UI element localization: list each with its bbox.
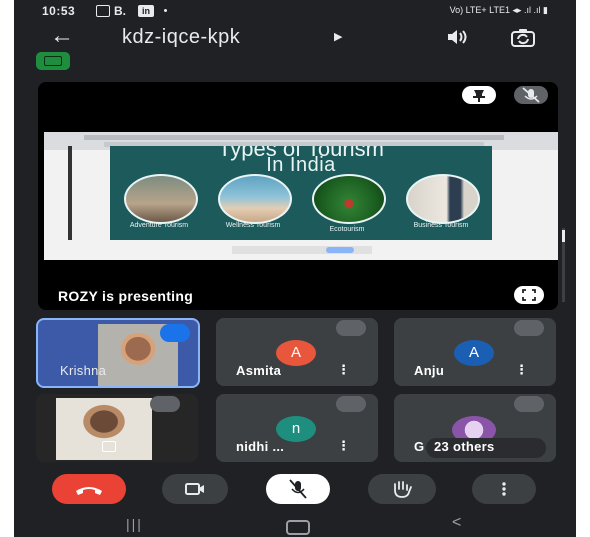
cast-icon bbox=[44, 56, 62, 66]
more-options-icon[interactable]: ⋮ bbox=[515, 362, 528, 378]
slide-sidebar bbox=[68, 146, 72, 240]
participant-tile-others[interactable]: G 23 others bbox=[394, 394, 556, 462]
participant-name: Asmita bbox=[236, 363, 282, 378]
mic-toggle-button[interactable] bbox=[266, 474, 330, 504]
raise-hand-button[interactable] bbox=[368, 474, 436, 504]
business-image bbox=[406, 174, 480, 224]
mic-off-icon bbox=[150, 396, 180, 412]
more-options-button[interactable] bbox=[472, 474, 536, 504]
slide-pager bbox=[232, 246, 372, 254]
gallery-notification-icon bbox=[96, 5, 110, 17]
participant-tile-self[interactable] bbox=[36, 394, 198, 462]
recent-apps-icon[interactable]: ||| bbox=[126, 516, 143, 532]
presentation-tile[interactable]: Types of Tourism In India Adventure Tour… bbox=[38, 82, 558, 310]
phone-screen: 10:53 B. in Vo) LTE+ LTE1 ◂▸ .ıl .ıl ▮ ←… bbox=[14, 0, 576, 537]
caption-adventure: Adventure Tourism bbox=[129, 222, 189, 229]
camera-toggle-button[interactable] bbox=[162, 474, 228, 504]
end-call-icon bbox=[76, 487, 102, 495]
caption-business: Business Tourism bbox=[413, 222, 469, 229]
participant-name: Krishna bbox=[60, 363, 107, 378]
mic-off-icon bbox=[514, 320, 544, 336]
speaking-indicator-icon bbox=[160, 324, 190, 342]
home-icon[interactable] bbox=[286, 520, 310, 535]
scrollbar-thumb[interactable] bbox=[562, 230, 565, 242]
participant-tile-asmita[interactable]: A Asmita ⋮ bbox=[216, 318, 378, 386]
participant-tile-anju[interactable]: A Anju ⋮ bbox=[394, 318, 556, 386]
participant-tile-nidhi[interactable]: n nidhi ... ⋮ bbox=[216, 394, 378, 462]
end-call-button[interactable] bbox=[52, 474, 126, 504]
avatar: A bbox=[454, 340, 494, 366]
dropdown-caret-icon[interactable]: ▶ bbox=[334, 30, 342, 43]
nav-back-icon[interactable]: < bbox=[452, 514, 461, 532]
shared-screen: Types of Tourism In India Adventure Tour… bbox=[44, 132, 558, 260]
caption-ecotourism: Ecotourism bbox=[329, 226, 365, 233]
more-notifications-dot bbox=[164, 9, 167, 12]
mic-off-icon bbox=[522, 87, 540, 103]
presenting-label: ROZY is presenting bbox=[58, 288, 194, 304]
others-prefix: G bbox=[414, 439, 425, 454]
avatar: A bbox=[276, 340, 316, 366]
self-view-camera-icon bbox=[102, 441, 116, 452]
notif-b-text: B. bbox=[114, 4, 126, 18]
status-bar: 10:53 B. in Vo) LTE+ LTE1 ◂▸ .ıl .ıl ▮ bbox=[14, 0, 576, 22]
more-icon bbox=[502, 482, 506, 496]
meeting-code[interactable]: kdz-iqce-kpk bbox=[122, 26, 240, 49]
switch-camera-icon[interactable] bbox=[510, 28, 536, 53]
back-arrow-icon[interactable]: ← bbox=[50, 22, 74, 50]
android-nav-bar: ||| < bbox=[14, 514, 576, 537]
ecotourism-image bbox=[312, 174, 386, 224]
participant-name: Anju bbox=[414, 363, 445, 378]
cast-badge[interactable] bbox=[36, 52, 70, 70]
mic-off-icon bbox=[336, 320, 366, 336]
mic-off-icon bbox=[514, 396, 544, 412]
pin-button[interactable] bbox=[462, 86, 496, 104]
raise-hand-icon bbox=[394, 481, 412, 498]
mic-off-icon bbox=[336, 396, 366, 412]
pager-indicator bbox=[326, 247, 354, 253]
participant-name: nidhi ... bbox=[236, 439, 285, 454]
meeting-top-bar: ← kdz-iqce-kpk ▶ bbox=[14, 22, 576, 58]
fullscreen-icon bbox=[522, 289, 536, 301]
participant-tile-krishna[interactable]: Krishna bbox=[36, 318, 200, 388]
more-options-icon[interactable]: ⋮ bbox=[337, 438, 350, 454]
network-status: Vo) LTE+ LTE1 ◂▸ .ıl .ıl ▮ bbox=[449, 5, 548, 15]
camera-icon bbox=[185, 483, 204, 495]
status-time: 10:53 bbox=[42, 4, 76, 18]
others-count: 23 others bbox=[434, 439, 495, 454]
mic-off-icon bbox=[289, 479, 307, 499]
speaker-icon[interactable] bbox=[446, 28, 468, 51]
linkedin-text: in bbox=[142, 6, 150, 16]
wellness-image bbox=[218, 174, 292, 224]
slide: Types of Tourism In India Adventure Tour… bbox=[110, 146, 492, 240]
presenter-mic-status bbox=[514, 86, 548, 104]
linkedin-icon: in bbox=[138, 5, 154, 17]
fullscreen-button[interactable] bbox=[514, 286, 544, 304]
caption-wellness: Wellness Tourism bbox=[225, 222, 281, 229]
adventure-image bbox=[124, 174, 198, 224]
more-options-icon[interactable]: ⋮ bbox=[337, 362, 350, 378]
browser-tabs bbox=[84, 135, 504, 140]
pin-icon bbox=[473, 90, 485, 102]
